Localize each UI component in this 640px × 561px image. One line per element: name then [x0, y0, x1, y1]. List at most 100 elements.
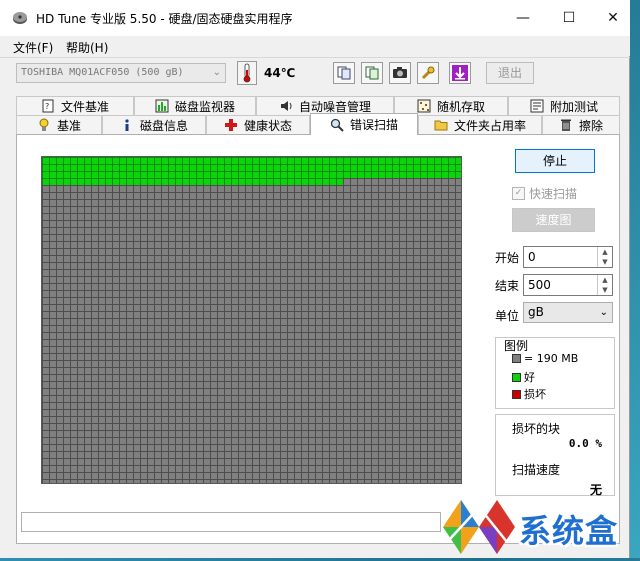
drive-select-value: TOSHIBA MQ01ACF050 (500 gB): [21, 67, 184, 78]
exit-button[interactable]: 退出: [486, 62, 534, 84]
damaged-swatch-icon: [512, 389, 521, 399]
random-access-icon: [417, 99, 431, 113]
damaged-blocks-value: 0.0 %: [568, 437, 602, 450]
chevron-down-icon: ⌄: [599, 307, 608, 318]
tab-label: 随机存取: [436, 99, 485, 114]
folder-icon: [434, 120, 448, 131]
unit-label: 单位: [495, 309, 520, 323]
screenshot-button[interactable]: [389, 62, 411, 84]
tab-file-benchmark[interactable]: ? 文件基准: [16, 96, 134, 115]
tab-label: 文件基准: [60, 99, 109, 114]
copy-all-icon: [365, 66, 379, 80]
wrench-icon: [421, 66, 435, 80]
camera-icon: [393, 67, 407, 78]
chevron-down-icon: ⌄: [212, 67, 221, 78]
tab-label: 自动噪音管理: [298, 99, 371, 114]
quick-scan-checkbox[interactable]: ✓ 快速扫描: [512, 185, 577, 202]
unit-value: gB: [528, 305, 544, 319]
menu-file[interactable]: 文件(F): [13, 39, 53, 56]
benchmark-icon: [39, 118, 49, 131]
maximize-button[interactable]: ☐: [546, 0, 592, 36]
info-icon: [125, 119, 129, 131]
temperature-value: 44℃: [264, 66, 296, 80]
scanned-good-blocks-full: [42, 157, 461, 178]
close-button[interactable]: ✕: [590, 0, 636, 36]
menu-bar: 文件(F) 帮助(H): [0, 36, 630, 56]
scan-block-map: [41, 156, 462, 484]
legend-box: 图例 = 190 MB 好 损坏: [495, 337, 615, 409]
menu-help[interactable]: 帮助(H): [66, 39, 108, 56]
options-button[interactable]: [417, 62, 439, 84]
damaged-blocks-label: 损坏的块: [512, 422, 561, 436]
health-cross-icon: [224, 119, 237, 131]
speaker-icon: [280, 101, 292, 111]
stats-box: 损坏的块 0.0 % 扫描速度 无: [495, 414, 615, 497]
window-title: HD Tune 专业版 5.50 - 硬盘/固态硬盘实用程序: [36, 12, 293, 26]
tab-extra-tests[interactable]: 附加测试: [508, 96, 620, 115]
tab-health[interactable]: 健康状态: [206, 115, 310, 134]
save-button[interactable]: [449, 62, 471, 84]
tab-disk-info[interactable]: 磁盘信息: [102, 115, 206, 134]
legend-block-size: = 190 MB: [512, 352, 578, 365]
tab-disk-monitor[interactable]: 磁盘监视器: [134, 96, 256, 115]
tab-label: 基准: [56, 118, 81, 133]
legend-damaged-text: 损坏: [524, 388, 546, 401]
tabs-bottom-row: 基准 磁盘信息 健康状态 错误扫描 文件夹占用率 擦除: [16, 113, 620, 135]
start-spinner[interactable]: ▲ ▼: [597, 247, 612, 267]
good-swatch-icon: [512, 372, 521, 382]
speed-map-button[interactable]: 速度图: [512, 208, 595, 232]
title-bar: HD Tune 专业版 5.50 - 硬盘/固态硬盘实用程序 — ☐ ✕: [0, 0, 630, 36]
minimize-icon: —: [516, 10, 530, 26]
maximize-icon: ☐: [562, 10, 576, 26]
status-bar: [21, 512, 441, 532]
watermark-logo: 系统盒: [443, 496, 640, 558]
copy-info-button[interactable]: [333, 62, 355, 84]
tab-label: 磁盘监视器: [174, 99, 235, 114]
unscanned-swatch-icon: [512, 354, 521, 363]
quick-scan-label: 快速扫描: [529, 187, 578, 201]
tab-label: 磁盘信息: [139, 118, 188, 133]
hd-tune-app-icon: [13, 12, 27, 24]
app-window: HD Tune 专业版 5.50 - 硬盘/固态硬盘实用程序 — ☐ ✕ 文件(…: [0, 0, 630, 558]
tab-label: 错误扫描: [349, 118, 398, 132]
legend-damaged: 损坏: [512, 386, 546, 402]
tab-folder-usage[interactable]: 文件夹占用率: [418, 115, 542, 134]
tab-error-scan[interactable]: 错误扫描: [310, 113, 418, 135]
start-input[interactable]: 0 ▲ ▼: [523, 246, 613, 268]
svg-text:?: ?: [45, 102, 49, 111]
start-label: 开始: [495, 251, 520, 265]
disk-monitor-icon: [155, 99, 169, 113]
extra-tests-icon: [530, 99, 544, 113]
tab-label: 擦除: [578, 118, 603, 133]
copy-icon: [337, 66, 351, 80]
download-arrow-icon: [452, 65, 468, 81]
magnifier-icon: [330, 118, 344, 132]
stop-button[interactable]: 停止: [515, 149, 595, 173]
unit-select[interactable]: gB ⌄: [523, 302, 613, 323]
tab-label: 健康状态: [243, 118, 292, 133]
scanned-good-blocks-partial: [42, 178, 343, 185]
start-value: 0: [528, 250, 536, 264]
end-spinner[interactable]: ▲ ▼: [597, 275, 612, 295]
watermark-text: 系统盒: [519, 512, 619, 550]
tab-label: 附加测试: [549, 99, 598, 114]
toolbar: TOSHIBA MQ01ACF050 (500 gB) ⌄ 44℃ 退出: [0, 57, 630, 90]
thermometer-icon: [237, 61, 257, 85]
end-input[interactable]: 500 ▲ ▼: [523, 274, 613, 296]
close-icon: ✕: [607, 10, 619, 26]
end-label: 结束: [495, 279, 520, 293]
copy-all-button[interactable]: [361, 62, 383, 84]
tab-label: 文件夹占用率: [453, 118, 526, 133]
scan-speed-label: 扫描速度: [512, 463, 561, 477]
tab-benchmark[interactable]: 基准: [16, 115, 102, 134]
minimize-button[interactable]: —: [500, 0, 546, 36]
tab-erase[interactable]: 擦除: [542, 115, 620, 134]
legend-good-text: 好: [524, 371, 535, 384]
file-benchmark-icon: ?: [42, 99, 54, 113]
drive-select[interactable]: TOSHIBA MQ01ACF050 (500 gB) ⌄: [16, 63, 226, 83]
checkmark-icon: ✓: [512, 187, 525, 200]
legend-block-size-text: = 190 MB: [524, 352, 579, 365]
legend-good: 好: [512, 369, 535, 385]
trash-icon: [560, 119, 571, 131]
end-value: 500: [528, 278, 551, 292]
